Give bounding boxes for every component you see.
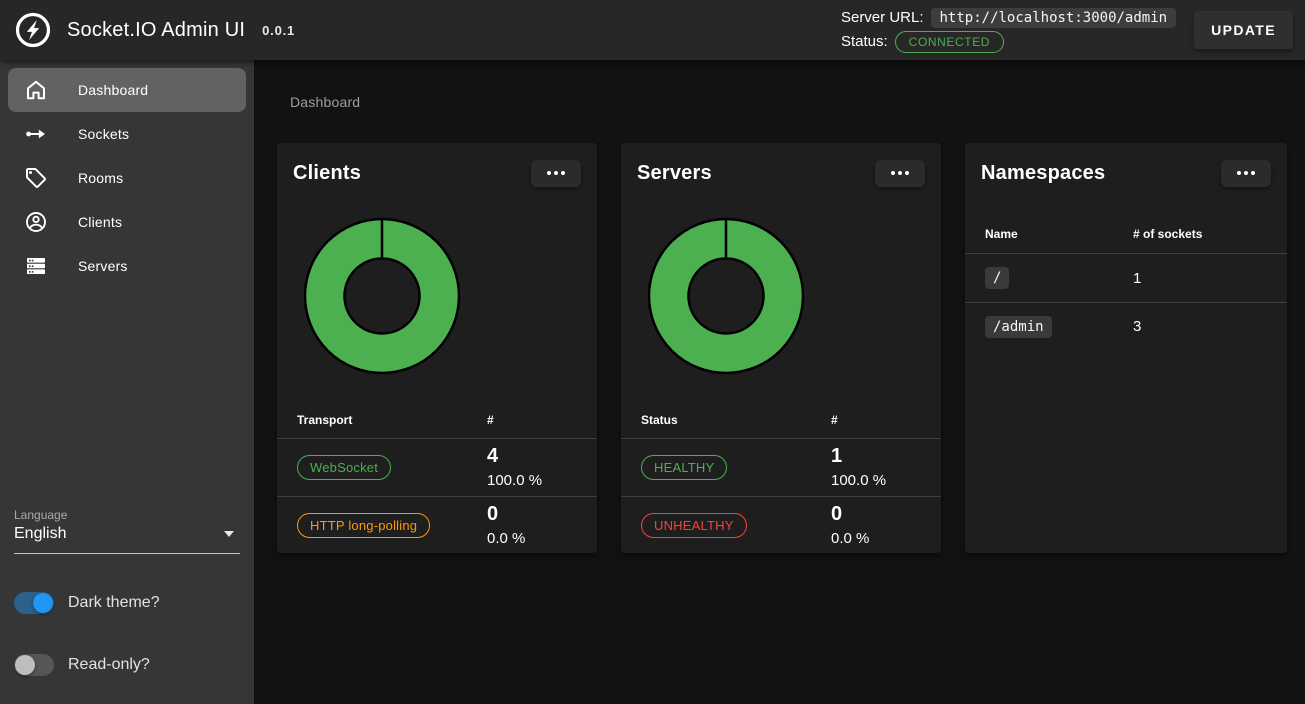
- table-row[interactable]: / 1: [965, 254, 1287, 302]
- namespace-chip: /admin: [985, 316, 1052, 338]
- sidebar: Dashboard Sockets: [0, 60, 254, 704]
- namespaces-more-button[interactable]: [1221, 160, 1271, 187]
- healthy-percent: 100.0 %: [831, 471, 921, 490]
- healthy-count: 1: [831, 445, 921, 468]
- connection-info: Server URL: http://localhost:3000/admin …: [841, 8, 1176, 53]
- healthy-value: 1 100.0 %: [831, 445, 921, 490]
- app-root: Socket.IO Admin UI 0.0.1 Server URL: htt…: [0, 0, 1305, 704]
- status-badge: CONNECTED: [895, 31, 1004, 53]
- server-url-row: Server URL: http://localhost:3000/admin: [841, 8, 1176, 28]
- body-row: Dashboard Sockets: [0, 60, 1305, 704]
- server-url-value: http://localhost:3000/admin: [931, 8, 1177, 28]
- update-button[interactable]: UPDATE: [1194, 11, 1293, 49]
- unhealthy-value: 0 0.0 %: [831, 503, 921, 548]
- language-select[interactable]: English: [14, 525, 240, 554]
- sidebar-item-sockets[interactable]: Sockets: [8, 112, 246, 156]
- app-header: Socket.IO Admin UI 0.0.1 Server URL: htt…: [0, 0, 1305, 60]
- namespaces-card: Namespaces Name # of sockets / 1: [965, 143, 1287, 553]
- column-header-sockets: # of sockets: [1133, 227, 1267, 241]
- websocket-value: 4 100.0 %: [487, 445, 577, 490]
- table-row[interactable]: /admin 3: [965, 302, 1287, 350]
- servers-card-header: Servers: [621, 143, 941, 187]
- column-header-count: #: [831, 413, 921, 427]
- websocket-count: 4: [487, 445, 577, 468]
- unhealthy-count: 0: [831, 503, 921, 526]
- read-only-toggle-knob: [15, 655, 35, 675]
- language-value: English: [14, 525, 66, 543]
- table-row: UNHEALTHY 0 0.0 %: [621, 496, 941, 553]
- column-header-name: Name: [985, 227, 1133, 241]
- http-long-polling-percent: 0.0 %: [487, 529, 577, 548]
- http-long-polling-value: 0 0.0 %: [487, 503, 577, 548]
- http-long-polling-badge: HTTP long-polling: [297, 513, 430, 538]
- home-icon: [24, 78, 48, 102]
- http-long-polling-count: 0: [487, 503, 577, 526]
- account-circle-icon: [24, 210, 48, 234]
- read-only-label: Read-only?: [68, 656, 150, 674]
- breadcrumb: Dashboard: [290, 94, 1305, 110]
- sidebar-settings: Language English Dark theme? Read-only?: [0, 508, 254, 704]
- table-header-row: Status #: [621, 402, 941, 439]
- column-header-status: Status: [641, 413, 831, 427]
- dashboard-cards: Clients Transport #: [277, 143, 1305, 553]
- status-label: Status:: [841, 33, 888, 50]
- clients-more-button[interactable]: [531, 160, 581, 187]
- namespaces-table: Name # of sockets / 1 /admin 3: [965, 187, 1287, 350]
- namespaces-card-header: Namespaces: [965, 143, 1287, 187]
- socket-arrow-icon: [24, 122, 48, 146]
- tag-icon: [24, 166, 48, 190]
- dark-theme-row: Dark theme?: [14, 592, 240, 614]
- sidebar-item-rooms[interactable]: Rooms: [8, 156, 246, 200]
- servers-more-button[interactable]: [875, 160, 925, 187]
- websocket-percent: 100.0 %: [487, 471, 577, 490]
- servers-card: Servers Status #: [621, 143, 941, 553]
- column-header-transport: Transport: [297, 413, 487, 427]
- namespace-socket-count: 1: [1133, 270, 1267, 287]
- status-row: Status: CONNECTED: [841, 31, 1004, 53]
- clients-card-title: Clients: [293, 159, 361, 187]
- sidebar-item-label: Rooms: [78, 170, 123, 186]
- column-header-count: #: [487, 413, 577, 427]
- read-only-toggle[interactable]: [14, 654, 54, 676]
- namespace-socket-count: 3: [1133, 318, 1267, 335]
- dark-theme-toggle-knob: [33, 593, 53, 613]
- sidebar-item-label: Clients: [78, 214, 122, 230]
- sidebar-item-label: Dashboard: [78, 82, 148, 98]
- namespaces-card-title: Namespaces: [981, 159, 1105, 187]
- table-row: HTTP long-polling 0 0.0 %: [277, 496, 597, 553]
- chevron-down-icon: [224, 531, 234, 537]
- dark-theme-label: Dark theme?: [68, 594, 160, 612]
- servers-status-table: Status # HEALTHY 1 100.0 % UNHEALTHY: [621, 402, 941, 553]
- clients-transport-table: Transport # WebSocket 4 100.0 % HTTP lon…: [277, 402, 597, 553]
- main-content: Dashboard Clients: [254, 60, 1305, 704]
- websocket-badge: WebSocket: [297, 455, 391, 480]
- table-row: HEALTHY 1 100.0 %: [621, 439, 941, 496]
- language-label: Language: [14, 508, 240, 522]
- table-row: WebSocket 4 100.0 %: [277, 439, 597, 496]
- servers-card-title: Servers: [637, 159, 712, 187]
- servers-donut-chart: [647, 217, 805, 375]
- clients-card-header: Clients: [277, 143, 597, 187]
- dark-theme-toggle[interactable]: [14, 592, 54, 614]
- sidebar-item-label: Servers: [78, 258, 128, 274]
- sidebar-item-clients[interactable]: Clients: [8, 200, 246, 244]
- sidebar-item-servers[interactable]: Servers: [8, 244, 246, 288]
- healthy-badge: HEALTHY: [641, 455, 727, 480]
- sidebar-item-dashboard[interactable]: Dashboard: [8, 68, 246, 112]
- app-version: 0.0.1: [262, 23, 295, 38]
- app-title: Socket.IO Admin UI: [67, 19, 245, 42]
- namespace-chip: /: [985, 267, 1009, 289]
- table-header-row: Transport #: [277, 402, 597, 439]
- server-icon: [24, 254, 48, 278]
- unhealthy-badge: UNHEALTHY: [641, 513, 747, 538]
- server-url-label: Server URL:: [841, 9, 924, 26]
- sidebar-item-label: Sockets: [78, 126, 129, 142]
- table-header-row: Name # of sockets: [965, 227, 1287, 254]
- clients-donut-chart: [303, 217, 461, 375]
- sidebar-nav: Dashboard Sockets: [0, 60, 254, 288]
- read-only-row: Read-only?: [14, 654, 240, 676]
- socketio-logo-icon: [14, 11, 52, 49]
- unhealthy-percent: 0.0 %: [831, 529, 921, 548]
- clients-card: Clients Transport #: [277, 143, 597, 553]
